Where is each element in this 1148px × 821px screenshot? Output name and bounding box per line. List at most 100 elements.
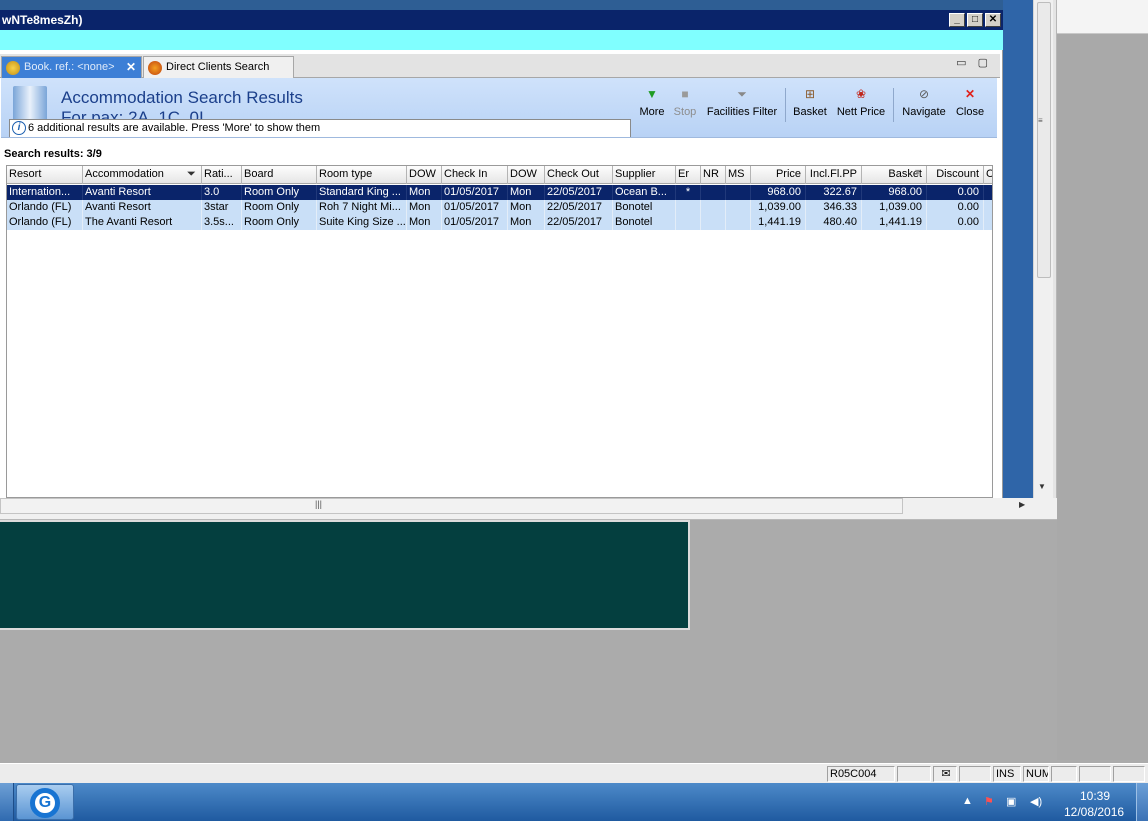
tab-direct-clients-label: Direct Clients Search — [166, 61, 270, 73]
more-button[interactable]: ▼ More — [637, 86, 667, 118]
action-center-icon[interactable]: ⚑ — [984, 795, 994, 808]
table-row[interactable]: Orlando (FL) Avanti Resort 3star Room Only R… — [7, 200, 992, 215]
column-header-check-in[interactable]: Check In — [442, 166, 508, 184]
maximize-button[interactable]: □ — [967, 13, 983, 27]
cell-price: 968.00 — [751, 185, 806, 200]
tab-direct-clients-search[interactable]: Direct Clients Search — [143, 56, 294, 78]
column-header-er[interactable]: Er — [676, 166, 701, 184]
cell-dow-out: Mon — [508, 200, 545, 215]
cell-incl-fl-pp: 322.67 — [806, 185, 862, 200]
network-icon[interactable]: ▣ — [1006, 795, 1016, 808]
scroll-down-icon[interactable]: ▼ — [1038, 482, 1046, 491]
view-minimize-maximize-icons[interactable]: ▭ ▢ — [956, 56, 992, 69]
close-icon: ✕ — [964, 87, 976, 101]
column-header-nr[interactable]: NR — [701, 166, 726, 184]
toolbar-separator — [893, 88, 894, 122]
status-cell-empty — [959, 766, 991, 782]
clock-date[interactable]: 12/08/2016 — [1064, 805, 1124, 819]
navigate-button[interactable]: ⊘ Navigate — [901, 86, 947, 118]
cell-check-in: 01/05/2017 — [442, 200, 508, 215]
status-cell-empty — [897, 766, 931, 782]
toolbar-separator — [785, 88, 786, 122]
cell-ms — [726, 215, 751, 230]
results-header: Accommodation Search Results For pax: 2A… — [1, 78, 997, 138]
facilities-filter-button[interactable]: ⏷ Facilities Filter — [706, 86, 778, 118]
column-header-room-type[interactable]: Room type — [317, 166, 407, 184]
cell-er: * — [676, 185, 701, 200]
column-header-dow-out[interactable]: DOW — [508, 166, 545, 184]
column-header-rating[interactable]: Rati... — [202, 166, 242, 184]
table-row[interactable]: Orlando (FL) The Avanti Resort 3.5s... Room… — [7, 215, 992, 230]
basket-icon: ⊞ — [804, 87, 816, 101]
mail-icon[interactable]: ✉ — [933, 766, 957, 782]
cell-room-type: Standard King ... — [317, 185, 407, 200]
taskbar-app-button[interactable]: G — [16, 784, 74, 820]
minimize-button[interactable]: _ — [949, 13, 965, 27]
stop-button[interactable]: ■ Stop — [671, 86, 699, 118]
column-header-accommodation[interactable]: Accommodation — [83, 166, 202, 184]
clock-time[interactable]: 10:39 — [1080, 789, 1110, 803]
cell-ms — [726, 185, 751, 200]
column-header-c[interactable]: C — [984, 166, 992, 184]
background-window-strip — [1057, 0, 1148, 34]
cell-supplier: Bonotel — [613, 200, 676, 215]
background-blue-strip — [1003, 0, 1033, 500]
column-header-resort[interactable]: Resort — [7, 166, 83, 184]
tray-expand-icon[interactable]: ▲ — [962, 795, 973, 807]
column-header-price[interactable]: Price — [751, 166, 806, 184]
column-header-ms[interactable]: MS — [726, 166, 751, 184]
status-cell-empty — [1051, 766, 1077, 782]
cell-rating: 3star — [202, 200, 242, 215]
status-cell-empty — [1113, 766, 1145, 782]
scroll-right-icon[interactable]: ▶ — [1019, 500, 1025, 509]
table-row[interactable]: Internation... Avanti Resort 3.0 Room Only S… — [7, 185, 992, 200]
cell-c — [984, 185, 992, 200]
basket-label: Basket — [793, 106, 827, 118]
column-header-supplier[interactable]: Supplier — [613, 166, 676, 184]
compass-icon: ⊘ — [918, 87, 930, 101]
column-header-incl-fl-pp[interactable]: Incl.Fl.PP — [806, 166, 862, 184]
cell-er — [676, 200, 701, 215]
filter-icon[interactable]: ⏷ — [187, 168, 196, 181]
column-header-dow-in[interactable]: DOW — [407, 166, 442, 184]
column-header-board[interactable]: Board — [242, 166, 317, 184]
cell-accommodation: Avanti Resort — [83, 185, 202, 200]
tab-booking-ref[interactable]: Book. ref.: <none> ✕ — [1, 56, 142, 78]
tab-strip: Book. ref.: <none> ✕ Direct Clients Sear… — [0, 54, 1000, 78]
cell-accommodation: Avanti Resort — [83, 200, 202, 215]
tab-booking-ref-label: Book. ref.: <none> — [24, 61, 115, 73]
cell-basket: 1,039.00 — [862, 200, 927, 215]
close-button[interactable]: ✕ Close — [955, 86, 985, 118]
scrollbar-grip-icon: ≡ — [1038, 116, 1043, 125]
column-header-discount[interactable]: Discount — [927, 166, 984, 184]
info-message: 6 additional results are available. Pres… — [28, 122, 321, 134]
cell-rating: 3.5s... — [202, 215, 242, 230]
close-tab-icon[interactable]: ✕ — [126, 57, 136, 78]
cell-rating: 3.0 — [202, 185, 242, 200]
background-panel — [1057, 0, 1148, 760]
desktop-background-top — [0, 0, 1148, 10]
cell-accommodation: The Avanti Resort — [83, 215, 202, 230]
volume-icon[interactable]: ◀) — [1030, 795, 1042, 808]
start-button[interactable] — [0, 783, 14, 821]
cell-supplier: Ocean B... — [613, 185, 676, 200]
table-header: Resort Accommodation Rati... Board Room type… — [7, 166, 992, 184]
price-tag-icon: ❀ — [855, 87, 867, 101]
cell-c — [984, 215, 992, 230]
window-titlebar[interactable]: wNTe8mesZh) _ □ ✕ — [0, 10, 1003, 30]
cell-check-in: 01/05/2017 — [442, 215, 508, 230]
cell-price: 1,441.19 — [751, 215, 806, 230]
vertical-scrollbar-thumb[interactable] — [1037, 2, 1051, 278]
column-header-check-out[interactable]: Check Out — [545, 166, 613, 184]
vertical-scrollbar[interactable]: ≡ ▼ — [1033, 0, 1053, 498]
cell-board: Room Only — [242, 215, 317, 230]
basket-button[interactable]: ⊞ Basket — [791, 86, 829, 118]
facilities-filter-label: Facilities Filter — [706, 106, 778, 118]
show-desktop-button[interactable] — [1136, 783, 1148, 821]
cell-basket: 1,441.19 — [862, 215, 927, 230]
cell-basket: 968.00 — [862, 185, 927, 200]
sort-descending-icon: ▾ — [915, 167, 921, 178]
nett-price-button[interactable]: ❀ Nett Price — [835, 86, 887, 118]
horizontal-scrollbar[interactable]: ||| — [0, 498, 903, 514]
close-window-button[interactable]: ✕ — [985, 13, 1001, 27]
